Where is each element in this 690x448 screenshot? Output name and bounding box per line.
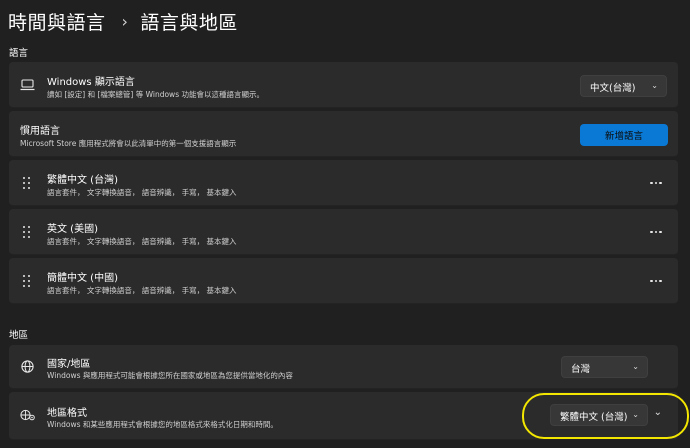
language-item[interactable]: 簡體中文 (中國) 語言套件， 文字轉換語音， 語音辨識， 手寫， 基本鍵入 [9, 258, 678, 304]
drag-handle-icon[interactable] [23, 226, 31, 239]
language-item[interactable]: 繁體中文 (台灣) 語言套件， 文字轉換語音， 語音辨識， 手寫， 基本鍵入 [9, 160, 678, 206]
highlight-annotation [522, 393, 689, 439]
regional-format-desc: Windows 和某些應用程式會根據您的地區格式來格式化日期和時間。 [47, 420, 278, 429]
language-item[interactable]: 英文 (美國) 語言套件， 文字轉換語音， 語音辨識， 手寫， 基本鍵入 [9, 209, 678, 255]
display-language-desc: 讀如 [設定] 和 [檔案總管] 等 Windows 功能會以這種語言顯示。 [47, 90, 264, 99]
more-icon[interactable] [650, 181, 662, 185]
breadcrumb-separator-icon: › [121, 11, 129, 31]
language-features: 語言套件， 文字轉換語音， 語音辨識， 手寫， 基本鍵入 [47, 237, 237, 246]
more-icon[interactable] [650, 230, 662, 234]
preferred-languages-card: 慣用語言 Microsoft Store 應用程式將會以此清單中的第一個支援語言… [9, 111, 678, 157]
regional-format-icon [20, 409, 35, 421]
country-region-title: 國家/地區 [47, 359, 91, 370]
globe-icon [21, 360, 34, 373]
display-language-dropdown[interactable]: 中文(台灣) ⌄ [580, 75, 667, 97]
more-icon[interactable] [650, 279, 662, 283]
display-language-card: Windows 顯示語言 讀如 [設定] 和 [檔案總管] 等 Windows … [9, 62, 678, 108]
country-region-value: 台灣 [571, 364, 591, 375]
display-language-value: 中文(台灣) [590, 83, 636, 94]
laptop-icon [20, 79, 35, 91]
country-region-desc: Windows 與應用程式可能會根據您所在國家或地區為您提供當地化的內容 [47, 371, 293, 380]
drag-handle-icon[interactable] [23, 275, 31, 288]
language-name: 繁體中文 (台灣) [47, 175, 118, 186]
regional-format-title: 地區格式 [47, 408, 87, 419]
chevron-down-icon: ⌄ [651, 81, 658, 90]
section-heading-region: 地區 [9, 330, 29, 341]
language-name: 英文 (美國) [47, 224, 98, 235]
country-region-dropdown[interactable]: 台灣 ⌄ [561, 356, 648, 378]
chevron-down-icon: ⌄ [632, 362, 639, 371]
drag-handle-icon[interactable] [23, 177, 31, 190]
country-region-card: 國家/地區 Windows 與應用程式可能會根據您所在國家或地區為您提供當地化的… [9, 345, 678, 389]
language-features: 語言套件， 文字轉換語音， 語音辨識， 手寫， 基本鍵入 [47, 188, 237, 197]
section-heading-language: 語言 [9, 48, 29, 59]
preferred-languages-desc: Microsoft Store 應用程式將會以此清單中的第一個支援語言顯示 [20, 139, 237, 148]
language-name: 簡體中文 (中國) [47, 273, 118, 284]
add-language-button[interactable]: 新增語言 [580, 124, 668, 146]
breadcrumb-parent[interactable]: 時間與語言 [8, 8, 106, 35]
page-title: 語言與地區 [140, 11, 238, 34]
display-language-title: Windows 顯示語言 [47, 77, 135, 88]
language-features: 語言套件， 文字轉換語音， 語音辨識， 手寫， 基本鍵入 [47, 286, 237, 295]
preferred-languages-title: 慣用語言 [20, 126, 60, 137]
breadcrumb: 時間與語言 › 語言與地區 [8, 6, 238, 36]
